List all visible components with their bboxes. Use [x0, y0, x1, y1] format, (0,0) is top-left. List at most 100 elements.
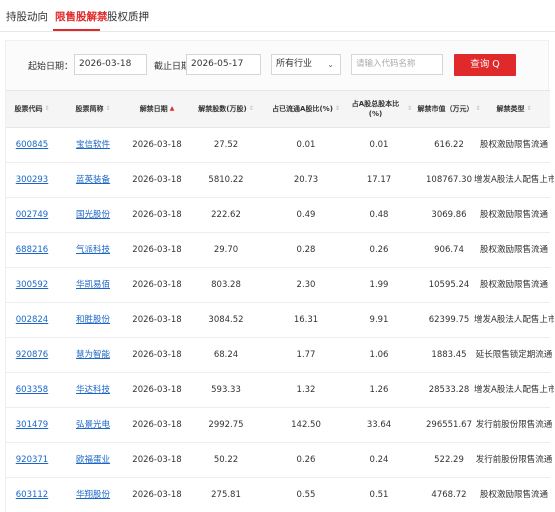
unlock-shares: 3084.52: [208, 315, 244, 325]
stock-name-link[interactable]: 华凯易佰: [58, 268, 128, 302]
column-header-label: 股票简称: [75, 105, 104, 113]
float-ratio: 0.49: [296, 210, 316, 220]
unlock-shares: 275.81: [211, 490, 241, 500]
stock-code-link[interactable]: 300592: [6, 268, 58, 302]
query-button[interactable]: 查询 Q: [454, 54, 516, 76]
unlock-type: 增发A股法人配售上市: [474, 385, 554, 395]
column-header-label: 解禁日期: [139, 105, 168, 113]
unlock-type: 股权激励限售流通: [479, 490, 548, 500]
unlock-shares: 50.22: [213, 455, 239, 465]
sort-ascending-icon: ▲: [169, 105, 175, 112]
column-header[interactable]: 解禁类型 ⇕: [474, 91, 554, 127]
unlock-shares: 803.28: [211, 280, 241, 290]
table-row: 603358 华达科技 2026-03-18 593.33 1.32 1.26 28533.…: [6, 373, 554, 408]
start-date-input[interactable]: 2026-03-18: [74, 54, 147, 75]
table-row: 920876 慧为智能 2026-03-18 68.24 1.77 1.06 1883.45…: [6, 338, 552, 373]
stock-name-link[interactable]: 蓝英装备: [58, 163, 128, 197]
active-tab-indicator: [53, 29, 100, 31]
stock-code-link[interactable]: 301479: [6, 408, 58, 442]
unlock-shares: 593.33: [211, 385, 241, 395]
stock-name-link[interactable]: 气派科技: [58, 233, 128, 267]
sort-icon: ⇕: [44, 105, 50, 112]
unlock-date: 2026-03-18: [132, 315, 182, 325]
stock-code-link[interactable]: 002824: [6, 303, 58, 337]
unlock-date: 2026-03-18: [132, 350, 182, 360]
column-header[interactable]: 解禁股数(万股) ⇕: [186, 91, 266, 127]
unlock-type: 股权激励限售流通: [479, 210, 548, 220]
stock-code-link[interactable]: 920371: [6, 443, 58, 477]
stock-code-link[interactable]: 603358: [6, 373, 58, 407]
float-ratio: 20.73: [293, 175, 319, 185]
total-ratio: 0.51: [369, 490, 389, 500]
table-row: 002749 国光股份 2026-03-18 222.62 0.49 0.48 3069.8…: [6, 198, 550, 233]
total-ratio: 1.99: [369, 280, 389, 290]
unlock-date: 2026-03-18: [132, 385, 182, 395]
unlock-date: 2026-03-18: [132, 490, 182, 500]
float-ratio: 1.77: [296, 350, 316, 360]
unlock-table-body: 600845 宝信软件 2026-03-18 27.52 0.01 0.01 616.22 股…: [6, 128, 554, 512]
stock-code-link[interactable]: 600845: [6, 128, 58, 162]
industry-select[interactable]: 所有行业 ⌄: [271, 54, 341, 75]
total-ratio: 9.91: [369, 315, 389, 325]
float-ratio: 142.50: [291, 420, 321, 430]
stock-name-link[interactable]: 华翔股份: [58, 478, 128, 512]
column-header[interactable]: 股票代码 ⇕: [6, 91, 58, 127]
unlock-type: 延长限售锁定期流通: [475, 350, 553, 360]
total-ratio: 17.17: [366, 175, 392, 185]
total-ratio: 0.26: [369, 245, 389, 255]
column-header[interactable]: 股票简称 ⇕: [58, 91, 128, 127]
stock-name-link[interactable]: 国光股份: [58, 198, 128, 232]
unlock-type: 股权激励限售流通: [479, 280, 548, 290]
float-ratio: 16.31: [293, 315, 319, 325]
stock-name-link[interactable]: 华达科技: [58, 373, 128, 407]
end-date-input[interactable]: 2026-05-17: [186, 54, 261, 75]
tab-restricted-unlock[interactable]: 限售股解禁: [55, 9, 108, 24]
unlock-panel: 起始日期： 2026-03-18 截止日期： 2026-05-17 所有行业 ⌄…: [5, 40, 554, 512]
stock-code-link[interactable]: 688216: [6, 233, 58, 267]
column-header[interactable]: 解禁日期 ▲: [128, 91, 186, 127]
sort-icon: ⇕: [105, 105, 111, 112]
unlock-type: 发行前股份限售流通: [475, 420, 553, 430]
column-header[interactable]: 占已流通A股比(%) ⇕: [266, 91, 346, 127]
unlock-shares: 27.52: [213, 140, 239, 150]
tab-holdings[interactable]: 持股动向: [6, 9, 48, 24]
column-header-label: 股票代码: [14, 105, 43, 113]
tab-pledge[interactable]: 股权质押: [107, 9, 149, 24]
unlock-date: 2026-03-18: [132, 140, 182, 150]
unlock-date: 2026-03-18: [132, 245, 182, 255]
unlock-type: 股权激励限售流通: [479, 245, 548, 255]
unlock-type: 增发A股法人配售上市: [474, 315, 554, 325]
stock-name-link[interactable]: 欧福蛋业: [58, 443, 128, 477]
unlock-shares: 68.24: [213, 350, 239, 360]
stock-name-link[interactable]: 慧为智能: [58, 338, 128, 372]
stock-code-link[interactable]: 002749: [6, 198, 58, 232]
table-row: 600845 宝信软件 2026-03-18 27.52 0.01 0.01 616.22 股…: [6, 128, 550, 163]
total-ratio: 1.26: [369, 385, 389, 395]
column-header-label: 占A股总股本比(%): [351, 100, 400, 118]
float-ratio: 0.26: [296, 455, 316, 465]
sort-icon: ⇕: [526, 105, 532, 112]
table-row: 603112 华翔股份 2026-03-18 275.81 0.55 0.51 4768.7…: [6, 478, 550, 512]
table-row: 688216 气派科技 2026-03-18 29.70 0.28 0.26 906.74 股…: [6, 233, 550, 268]
stock-code-link[interactable]: 603112: [6, 478, 58, 512]
column-header[interactable]: 占A股总股本比(%) ⇕: [346, 91, 412, 127]
float-ratio: 0.01: [296, 140, 316, 150]
stock-name-link[interactable]: 和胜股份: [58, 303, 128, 337]
start-date-label: 起始日期：: [28, 62, 74, 72]
stock-search-input[interactable]: 请输入代码名称: [351, 54, 443, 75]
unlock-date: 2026-03-18: [132, 280, 182, 290]
total-ratio: 33.64: [366, 420, 392, 430]
unlock-shares: 29.70: [213, 245, 239, 255]
unlock-type: 增发A股法人配售上市: [474, 175, 554, 185]
stock-name-link[interactable]: 宝信软件: [58, 128, 128, 162]
unlock-date: 2026-03-18: [132, 455, 182, 465]
stock-name-link[interactable]: 弘景光电: [58, 408, 128, 442]
unlock-date: 2026-03-18: [132, 210, 182, 220]
unlock-date: 2026-03-18: [132, 420, 182, 430]
stock-code-link[interactable]: 300293: [6, 163, 58, 197]
table-row: 300293 蓝英装备 2026-03-18 5810.22 20.73 17.17 108…: [6, 163, 554, 198]
float-ratio: 0.28: [296, 245, 316, 255]
stock-code-link[interactable]: 920876: [6, 338, 58, 372]
table-row: 920371 欧福蛋业 2026-03-18 50.22 0.26 0.24 522.29 发…: [6, 443, 552, 478]
total-ratio: 0.24: [369, 455, 389, 465]
